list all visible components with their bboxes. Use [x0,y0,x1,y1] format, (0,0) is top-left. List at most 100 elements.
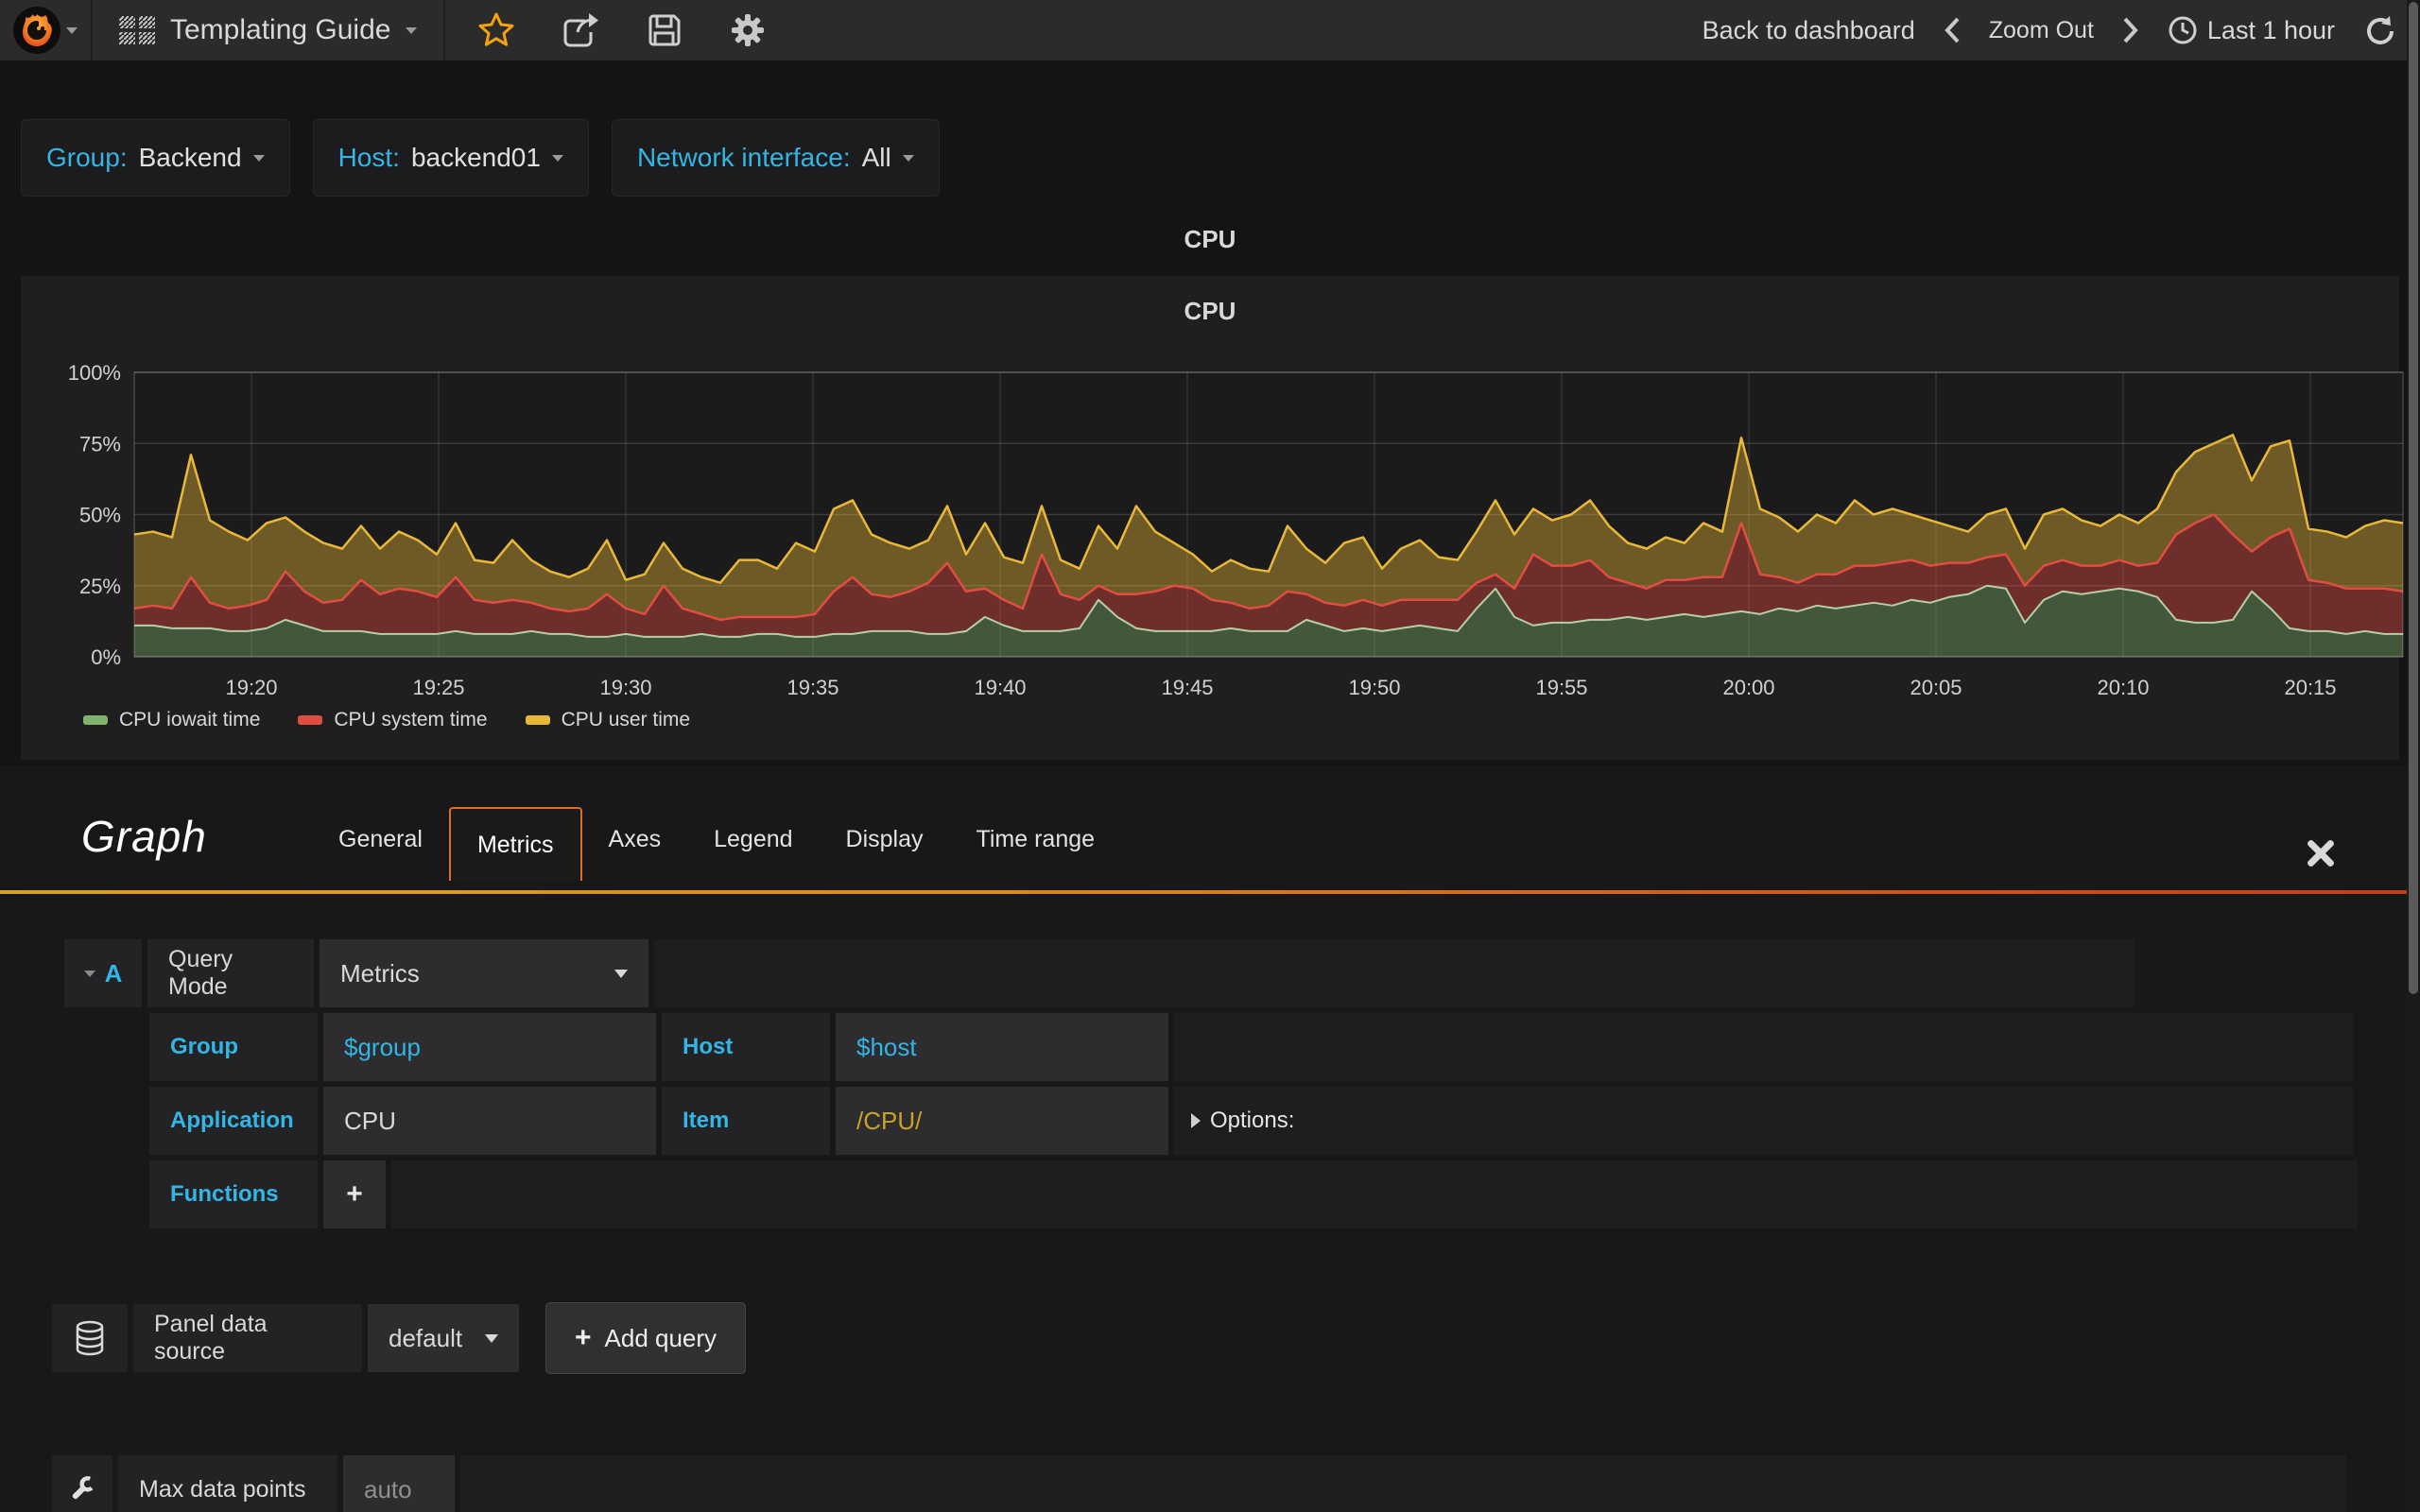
svg-text:25%: 25% [79,575,121,598]
host-field-input[interactable]: $host [836,1013,1168,1081]
time-range-label: Last 1 hour [2206,15,2335,44]
zoom-right-chevron-icon[interactable] [2122,16,2139,44]
legend-item-user[interactable]: CPU user time [525,709,690,731]
variable-network-interface-value: All [861,143,891,172]
svg-text:19:40: 19:40 [974,676,1026,699]
close-editor-icon[interactable] [2305,837,2337,869]
panel-editor: Graph General Metrics Axes Legend Displa… [0,765,2420,1512]
query-mode-label: Query Mode [147,939,314,1007]
back-to-dashboard-link[interactable]: Back to dashboard [1703,16,1915,45]
save-icon[interactable] [646,11,683,49]
svg-text:19:25: 19:25 [412,676,464,699]
max-data-points-label: Max data points [118,1455,337,1512]
cpu-graph-panel: CPU 0% 25% 50% 75% 100% 19:20 19:25 19:30 19:35 1… [21,276,2404,760]
datasource-row: Panel data source default + Add query [52,1302,747,1374]
variable-group[interactable]: Group: Backend [21,119,290,197]
tab-legend[interactable]: Legend [687,809,819,869]
legend-swatch-user [525,715,550,725]
datasource-label: Panel data source [133,1304,362,1372]
svg-text:20:00: 20:00 [1722,676,1774,699]
legend-swatch-system [298,715,323,725]
query-collapse-toggle[interactable]: A [64,939,142,1007]
plus-icon: + [575,1322,592,1353]
add-function-button[interactable]: + [323,1160,386,1228]
application-field-input[interactable]: CPU [323,1087,656,1155]
row-filler [460,1455,2346,1512]
item-field-label: Item [662,1087,830,1155]
legend-item-iowait[interactable]: CPU iowait time [83,709,260,731]
query-row-filler [654,939,2135,1007]
panel-title[interactable]: CPU [21,297,2399,326]
svg-text:75%: 75% [79,432,121,455]
group-field-input[interactable]: $group [323,1013,656,1081]
select-caret-icon [614,969,628,978]
row-filler [391,1160,2358,1228]
variable-network-interface-label: Network interface: [636,143,851,172]
chart-legend: CPU iowait time CPU system time CPU user… [83,709,690,731]
scrollbar-track[interactable] [2407,0,2420,1512]
svg-text:0%: 0% [91,645,121,669]
variable-group-value: Backend [138,143,242,172]
svg-text:19:20: 19:20 [225,676,277,699]
query-mode-select[interactable]: Metrics [320,939,648,1007]
options-toggle[interactable]: Options: [1174,1087,2353,1155]
zoom-out-button[interactable]: Zoom Out [1989,17,2094,44]
star-icon[interactable] [477,11,515,49]
variable-group-caret [252,154,265,162]
svg-text:20:05: 20:05 [1910,676,1962,699]
logo-dropdown-caret [66,26,78,34]
options-label: Options: [1210,1108,1295,1133]
tab-display[interactable]: Display [820,809,950,869]
svg-text:19:30: 19:30 [599,676,651,699]
item-field-input[interactable]: /CPU/ [836,1087,1168,1155]
max-data-points-input[interactable]: auto [343,1455,455,1512]
grafana-logo-menu[interactable] [0,0,91,60]
grafana-logo [13,7,60,54]
row-filler [1174,1013,2353,1081]
datasource-select[interactable]: default [368,1304,519,1372]
cpu-chart: 0% 25% 50% 75% 100% 19:20 19:25 19:30 19:35 19:40… [68,361,2404,699]
variable-host-caret [551,154,563,162]
query-row-a: A Query Mode Metrics [64,939,2135,1007]
database-icon [76,1320,104,1356]
select-caret-icon [485,1333,498,1343]
options-expand-icon [1191,1113,1201,1128]
dashboard-title-caret [406,26,418,34]
gear-icon[interactable] [729,11,767,49]
svg-text:19:35: 19:35 [786,676,838,699]
clock-icon [2169,16,2197,44]
refresh-icon[interactable] [2363,14,2395,46]
svg-text:50%: 50% [79,504,121,527]
query-ref-letter: A [104,958,123,988]
max-data-points-row: Max data points auto [52,1455,2346,1512]
legend-item-system[interactable]: CPU system time [298,709,488,731]
wrench-cell [52,1455,112,1512]
dashboard-title-dropdown[interactable]: Templating Guide [93,0,443,60]
panel-type-title: Graph [81,812,207,861]
svg-text:19:50: 19:50 [1348,676,1400,699]
variable-host-label: Host: [337,143,400,172]
scrollbar-thumb[interactable] [2409,2,2418,994]
variable-group-label: Group: [46,143,128,172]
time-picker[interactable]: Last 1 hour [2168,15,2335,45]
add-query-button[interactable]: + Add query [545,1302,747,1374]
editor-tabs: General Metrics Axes Legend Display Time… [312,765,1121,894]
share-icon[interactable] [561,11,600,49]
tab-axes[interactable]: Axes [582,809,688,869]
host-field-label: Host [662,1013,830,1081]
query-row-group-host: Group $group Host $host [149,1013,2353,1081]
template-variables-row: Group: Backend Host: backend01 Network i… [21,119,940,197]
tab-time-range[interactable]: Time range [950,809,1122,869]
zoom-left-chevron-icon[interactable] [1944,16,1961,44]
variable-host-value: backend01 [410,143,541,172]
query-row-application-item: Application CPU Item /CPU/ Options: [149,1087,2353,1155]
svg-text:20:10: 20:10 [2097,676,2149,699]
variable-host[interactable]: Host: backend01 [312,119,589,197]
dashboard-row-title: CPU [1184,225,1236,253]
query-row-functions: Functions + [149,1160,2358,1228]
tab-general[interactable]: General [312,809,449,869]
variable-network-interface[interactable]: Network interface: All [611,119,940,197]
tab-metrics[interactable]: Metrics [448,807,582,881]
svg-text:19:55: 19:55 [1535,676,1587,699]
datasource-icon-cell [52,1304,128,1372]
